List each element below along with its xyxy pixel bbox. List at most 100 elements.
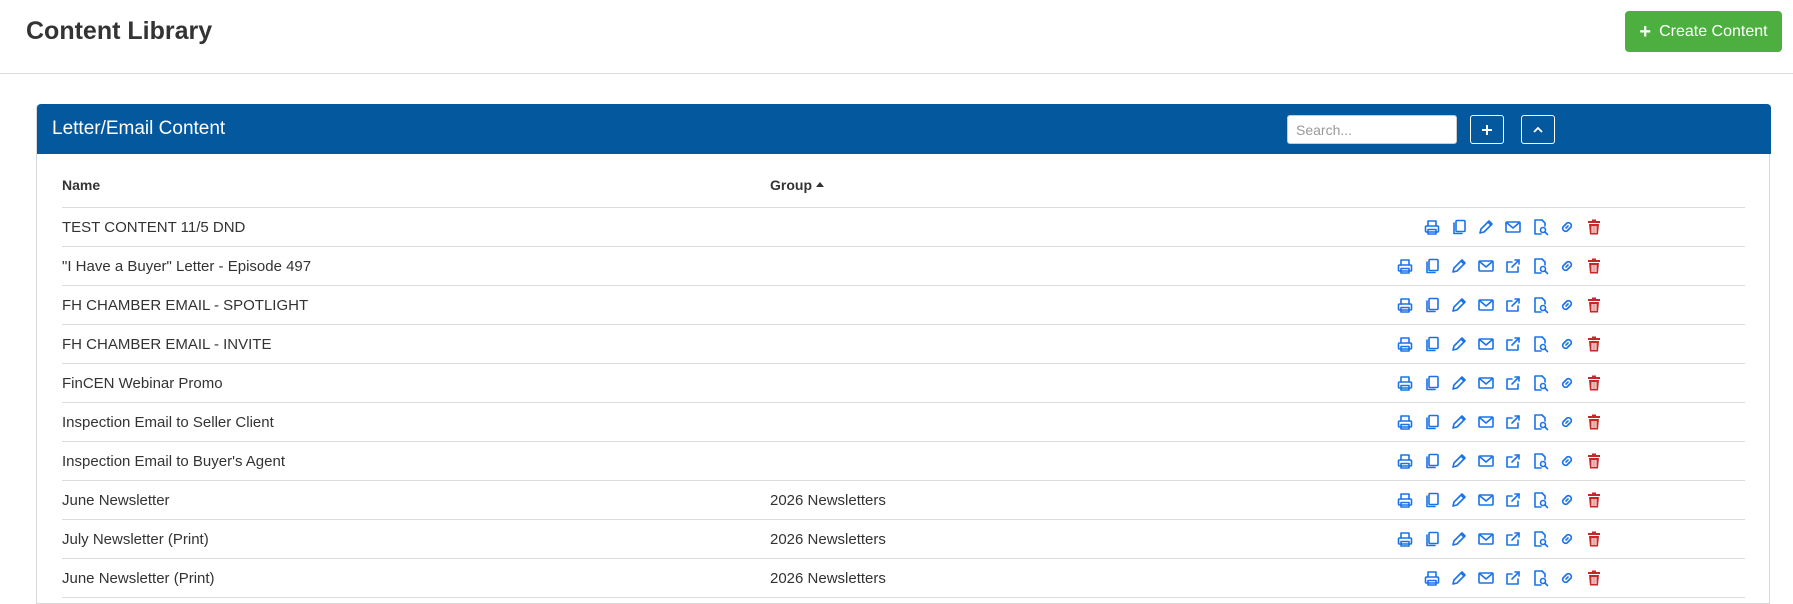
row-group: 2026 Newsletters bbox=[770, 531, 886, 548]
pencil-icon[interactable] bbox=[1450, 530, 1468, 548]
row-actions bbox=[1423, 217, 1603, 237]
share-icon[interactable] bbox=[1504, 335, 1522, 353]
share-icon[interactable] bbox=[1504, 452, 1522, 470]
file-search-icon[interactable] bbox=[1531, 257, 1549, 275]
share-icon[interactable] bbox=[1504, 296, 1522, 314]
print-icon[interactable] bbox=[1396, 374, 1414, 392]
copy-icon[interactable] bbox=[1450, 218, 1468, 236]
pencil-icon[interactable] bbox=[1450, 569, 1468, 587]
table-header: Name Group bbox=[62, 154, 1745, 208]
column-header-group[interactable]: Group bbox=[770, 177, 824, 193]
pencil-icon[interactable] bbox=[1450, 296, 1468, 314]
share-icon[interactable] bbox=[1504, 491, 1522, 509]
envelope-icon[interactable] bbox=[1477, 335, 1495, 353]
link-icon[interactable] bbox=[1558, 569, 1576, 587]
share-icon[interactable] bbox=[1504, 530, 1522, 548]
print-icon[interactable] bbox=[1396, 530, 1414, 548]
share-icon[interactable] bbox=[1504, 413, 1522, 431]
link-icon[interactable] bbox=[1558, 491, 1576, 509]
pencil-icon[interactable] bbox=[1450, 374, 1468, 392]
print-icon[interactable] bbox=[1423, 569, 1441, 587]
collapse-button[interactable] bbox=[1521, 115, 1555, 144]
trash-icon[interactable] bbox=[1585, 491, 1603, 509]
print-icon[interactable] bbox=[1396, 452, 1414, 470]
file-search-icon[interactable] bbox=[1531, 569, 1549, 587]
add-button[interactable] bbox=[1470, 115, 1504, 144]
pencil-icon[interactable] bbox=[1450, 257, 1468, 275]
trash-icon[interactable] bbox=[1585, 413, 1603, 431]
envelope-icon[interactable] bbox=[1477, 257, 1495, 275]
link-icon[interactable] bbox=[1558, 530, 1576, 548]
trash-icon[interactable] bbox=[1585, 374, 1603, 392]
envelope-icon[interactable] bbox=[1504, 218, 1522, 236]
link-icon[interactable] bbox=[1558, 257, 1576, 275]
file-search-icon[interactable] bbox=[1531, 218, 1549, 236]
copy-icon[interactable] bbox=[1423, 257, 1441, 275]
print-icon[interactable] bbox=[1396, 413, 1414, 431]
print-icon[interactable] bbox=[1396, 257, 1414, 275]
envelope-icon[interactable] bbox=[1477, 296, 1495, 314]
file-search-icon[interactable] bbox=[1531, 335, 1549, 353]
row-group: 2026 Newsletters bbox=[770, 492, 886, 509]
share-icon[interactable] bbox=[1504, 257, 1522, 275]
content-panel: Letter/Email Content Name Group TEST CON… bbox=[36, 104, 1771, 604]
file-search-icon[interactable] bbox=[1531, 296, 1549, 314]
pencil-icon[interactable] bbox=[1450, 452, 1468, 470]
copy-icon[interactable] bbox=[1423, 530, 1441, 548]
table-row: June Newsletter 2026 Newsletters bbox=[62, 481, 1745, 520]
envelope-icon[interactable] bbox=[1477, 413, 1495, 431]
print-icon[interactable] bbox=[1423, 218, 1441, 236]
column-header-name[interactable]: Name bbox=[62, 177, 100, 193]
table-body: TEST CONTENT 11/5 DND "I Have a Buyer" Le… bbox=[62, 208, 1745, 598]
search-input[interactable] bbox=[1287, 115, 1457, 144]
print-icon[interactable] bbox=[1396, 296, 1414, 314]
row-name: June Newsletter bbox=[62, 492, 170, 509]
print-icon[interactable] bbox=[1396, 491, 1414, 509]
pencil-icon[interactable] bbox=[1450, 413, 1468, 431]
trash-icon[interactable] bbox=[1585, 218, 1603, 236]
trash-icon[interactable] bbox=[1585, 335, 1603, 353]
print-icon[interactable] bbox=[1396, 335, 1414, 353]
copy-icon[interactable] bbox=[1423, 413, 1441, 431]
copy-icon[interactable] bbox=[1423, 374, 1441, 392]
copy-icon[interactable] bbox=[1423, 335, 1441, 353]
pencil-icon[interactable] bbox=[1450, 491, 1468, 509]
file-search-icon[interactable] bbox=[1531, 452, 1549, 470]
envelope-icon[interactable] bbox=[1477, 530, 1495, 548]
row-name: FinCEN Webinar Promo bbox=[62, 375, 223, 392]
row-actions bbox=[1396, 295, 1603, 315]
row-actions bbox=[1396, 373, 1603, 393]
link-icon[interactable] bbox=[1558, 374, 1576, 392]
envelope-icon[interactable] bbox=[1477, 374, 1495, 392]
link-icon[interactable] bbox=[1558, 413, 1576, 431]
link-icon[interactable] bbox=[1558, 218, 1576, 236]
share-icon[interactable] bbox=[1504, 569, 1522, 587]
link-icon[interactable] bbox=[1558, 296, 1576, 314]
file-search-icon[interactable] bbox=[1531, 374, 1549, 392]
copy-icon[interactable] bbox=[1423, 452, 1441, 470]
page-title: Content Library bbox=[26, 17, 213, 45]
envelope-icon[interactable] bbox=[1477, 452, 1495, 470]
link-icon[interactable] bbox=[1558, 335, 1576, 353]
envelope-icon[interactable] bbox=[1477, 569, 1495, 587]
trash-icon[interactable] bbox=[1585, 296, 1603, 314]
file-search-icon[interactable] bbox=[1531, 530, 1549, 548]
trash-icon[interactable] bbox=[1585, 257, 1603, 275]
link-icon[interactable] bbox=[1558, 452, 1576, 470]
table-row: July Newsletter (Print) 2026 Newsletters bbox=[62, 520, 1745, 559]
row-name: FH CHAMBER EMAIL - INVITE bbox=[62, 336, 272, 353]
pencil-icon[interactable] bbox=[1477, 218, 1495, 236]
plus-icon: + bbox=[1639, 20, 1652, 43]
envelope-icon[interactable] bbox=[1477, 491, 1495, 509]
share-icon[interactable] bbox=[1504, 374, 1522, 392]
create-content-button[interactable]: + Create Content bbox=[1625, 11, 1782, 52]
file-search-icon[interactable] bbox=[1531, 491, 1549, 509]
copy-icon[interactable] bbox=[1423, 491, 1441, 509]
file-search-icon[interactable] bbox=[1531, 413, 1549, 431]
panel-header: Letter/Email Content bbox=[37, 104, 1771, 154]
copy-icon[interactable] bbox=[1423, 296, 1441, 314]
pencil-icon[interactable] bbox=[1450, 335, 1468, 353]
trash-icon[interactable] bbox=[1585, 530, 1603, 548]
trash-icon[interactable] bbox=[1585, 452, 1603, 470]
trash-icon[interactable] bbox=[1585, 569, 1603, 587]
